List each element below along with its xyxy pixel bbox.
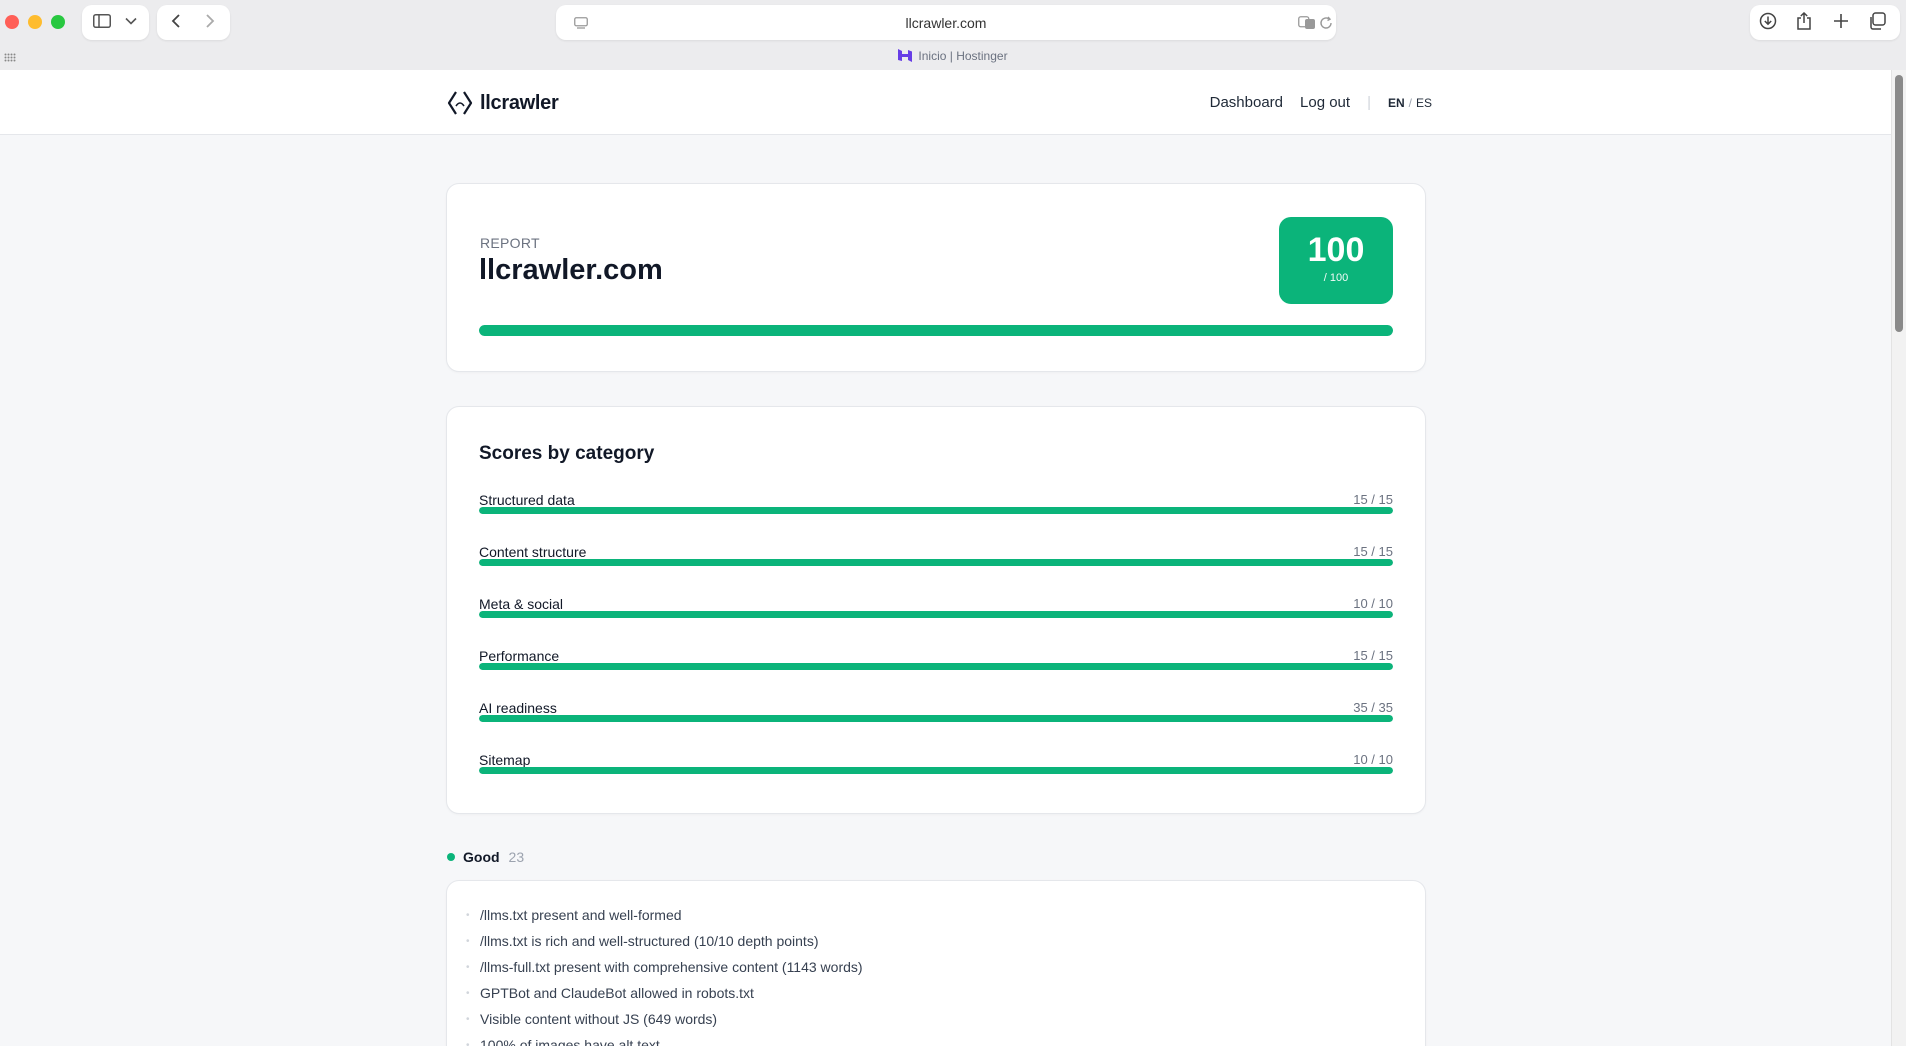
category-row: Meta & social 10 / 10 — [479, 596, 1393, 648]
report-summary-card: REPORT llcrawler.com 100 / 100 — [446, 183, 1426, 372]
good-check-text: /llms.txt is rich and well-structured (1… — [480, 933, 819, 949]
minimize-window-button[interactable] — [28, 15, 42, 29]
zoom-window-button[interactable] — [51, 15, 65, 29]
category-progress-bar — [479, 611, 1393, 618]
lang-en-link[interactable]: EN — [1388, 96, 1405, 110]
overall-score-badge: 100 / 100 — [1279, 217, 1393, 304]
category-list: Structured data 15 / 15 Content structure 1… — [479, 492, 1393, 804]
page-scrollbar[interactable] — [1891, 70, 1906, 1046]
reload-icon[interactable] — [1315, 12, 1337, 34]
good-count: 23 — [508, 849, 525, 865]
category-label: AI readiness — [479, 700, 557, 716]
category-score: 10 / 10 — [1353, 596, 1393, 611]
overall-progress-fill — [479, 325, 1393, 336]
category-label: Meta & social — [479, 596, 564, 612]
category-label: Structured data — [479, 492, 575, 508]
category-label: Sitemap — [479, 752, 531, 768]
good-check-item: • 100% of images have alt text — [466, 1032, 863, 1046]
lang-es-link[interactable]: ES — [1416, 96, 1432, 110]
category-progress-fill — [479, 507, 1393, 514]
category-score: 10 / 10 — [1353, 752, 1393, 767]
good-check-item: • /llms.txt is rich and well-structured (… — [466, 928, 863, 954]
category-label: Content structure — [479, 544, 587, 560]
category-row: Content structure 15 / 15 — [479, 544, 1393, 596]
category-progress-bar — [479, 767, 1393, 774]
category-progress-bar — [479, 663, 1393, 670]
category-label: Performance — [479, 648, 560, 664]
good-check-text: GPTBot and ClaudeBot allowed in robots.t… — [480, 985, 754, 1001]
overall-score-value: 100 — [1307, 231, 1365, 269]
good-check-text: /llms.txt present and well-formed — [480, 907, 682, 923]
url-text: llcrawler.com — [905, 15, 987, 31]
logo-text: llcrawler — [480, 91, 559, 114]
category-score: 15 / 15 — [1353, 648, 1393, 663]
new-tab-icon[interactable] — [1829, 9, 1853, 33]
address-bar[interactable]: llcrawler.com — [556, 5, 1336, 40]
category-progress-bar — [479, 559, 1393, 566]
page-viewport: llcrawler Dashboard Log out | EN / ES RE… — [0, 70, 1891, 1046]
category-scores-card: Scores by category Structured data 15 / 1… — [446, 406, 1426, 814]
good-checks-card: • /llms.txt present and well-formed • /llms… — [446, 880, 1426, 1046]
chevron-down-icon[interactable] — [119, 9, 143, 33]
category-progress-fill — [479, 663, 1393, 670]
lang-separator: / — [1408, 95, 1412, 110]
overall-progress-bar — [479, 325, 1393, 336]
llcrawler-logo-icon — [447, 91, 473, 115]
site-logo[interactable]: llcrawler — [446, 89, 559, 117]
good-check-item: • /llms.txt present and well-formed — [466, 902, 863, 928]
category-row: AI readiness 35 / 35 — [479, 700, 1393, 752]
good-check-item: • Visible content without JS (649 words) — [466, 1006, 863, 1032]
bullet-icon: • — [466, 909, 470, 921]
sidebar-toggle-icon[interactable] — [90, 9, 114, 33]
report-eyebrow: REPORT — [480, 235, 540, 251]
category-progress-fill — [479, 611, 1393, 618]
good-check-item: • GPTBot and ClaudeBot allowed in robots.… — [466, 980, 863, 1006]
category-scores-heading: Scores by category — [479, 443, 655, 464]
category-row: Performance 15 / 15 — [479, 648, 1393, 700]
good-check-item: • /llms-full.txt present with comprehensi… — [466, 954, 863, 980]
category-score: 35 / 35 — [1353, 700, 1393, 715]
hostinger-favicon-icon — [898, 49, 913, 62]
category-score: 15 / 15 — [1353, 492, 1393, 507]
good-status-dot — [447, 853, 455, 861]
category-progress-fill — [479, 559, 1393, 566]
good-check-text: /llms-full.txt present with comprehensiv… — [480, 959, 863, 975]
bullet-icon: • — [466, 935, 470, 947]
category-progress-bar — [479, 507, 1393, 514]
good-check-text: Visible content without JS (649 words) — [480, 1011, 718, 1027]
category-row: Sitemap 10 / 10 — [479, 752, 1393, 804]
tab-overview-icon[interactable] — [1865, 9, 1889, 33]
good-section-header[interactable]: Good 23 — [447, 849, 524, 865]
nav-dashboard-link[interactable]: Dashboard — [1210, 94, 1283, 111]
category-progress-bar — [479, 715, 1393, 722]
good-check-text: 100% of images have alt text — [480, 1037, 660, 1046]
close-window-button[interactable] — [5, 15, 19, 29]
forward-icon[interactable] — [198, 9, 222, 33]
category-progress-fill — [479, 767, 1393, 774]
bullet-icon: • — [466, 1013, 470, 1025]
active-tab[interactable]: Inicio | Hostinger — [0, 49, 1906, 63]
back-icon[interactable] — [164, 9, 188, 33]
report-domain-title: llcrawler.com — [479, 254, 663, 286]
tab-title-text: Inicio | Hostinger — [918, 49, 1008, 63]
bullet-icon: • — [466, 987, 470, 999]
category-row: Structured data 15 / 15 — [479, 492, 1393, 544]
overall-score-max: / 100 — [1323, 272, 1349, 284]
bullet-icon: • — [466, 961, 470, 973]
scrollbar-thumb[interactable] — [1895, 75, 1903, 332]
good-label: Good — [463, 849, 500, 865]
bullet-icon: • — [466, 1039, 470, 1046]
nav-logout-link[interactable]: Log out — [1300, 94, 1350, 111]
share-icon[interactable] — [1792, 9, 1816, 33]
main-nav: Dashboard Log out | EN / ES — [1210, 94, 1432, 111]
category-progress-fill — [479, 715, 1393, 722]
nav-separator: | — [1367, 94, 1371, 111]
site-header: llcrawler Dashboard Log out | EN / ES — [0, 70, 1891, 135]
browser-toolbar: llcrawler.com Inicio | Hostinger — [0, 0, 1906, 70]
category-score: 15 / 15 — [1353, 544, 1393, 559]
download-icon[interactable] — [1756, 9, 1780, 33]
good-checks-list: • /llms.txt present and well-formed • /llms… — [466, 902, 863, 1046]
